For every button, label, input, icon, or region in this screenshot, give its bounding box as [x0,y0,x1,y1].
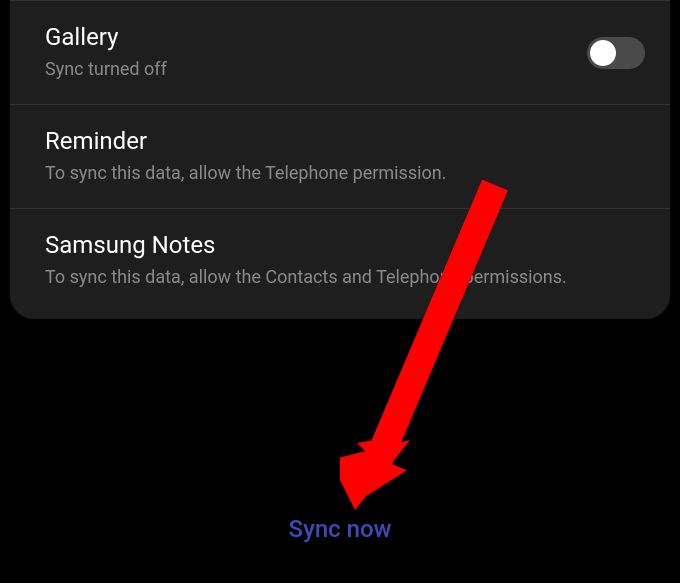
setting-item-gallery[interactable]: Gallery Sync turned off [10,0,670,105]
setting-subtitle: Sync turned off [45,57,587,82]
gallery-toggle[interactable] [587,37,645,69]
setting-title: Gallery [45,23,587,51]
setting-title: Samsung Notes [45,231,645,259]
setting-title: Reminder [45,127,645,155]
setting-content: Reminder To sync this data, allow the Te… [45,127,645,186]
toggle-knob [590,40,616,66]
setting-content: Samsung Notes To sync this data, allow t… [45,231,645,290]
setting-item-samsung-notes[interactable]: Samsung Notes To sync this data, allow t… [10,209,670,318]
setting-content: Gallery Sync turned off [45,23,587,82]
setting-subtitle: To sync this data, allow the Contacts an… [45,265,645,290]
setting-subtitle: To sync this data, allow the Telephone p… [45,161,645,186]
sync-now-button[interactable]: Sync now [289,515,392,543]
setting-item-reminder[interactable]: Reminder To sync this data, allow the Te… [10,105,670,209]
settings-panel: Gallery Sync turned off Reminder To sync… [10,0,670,319]
